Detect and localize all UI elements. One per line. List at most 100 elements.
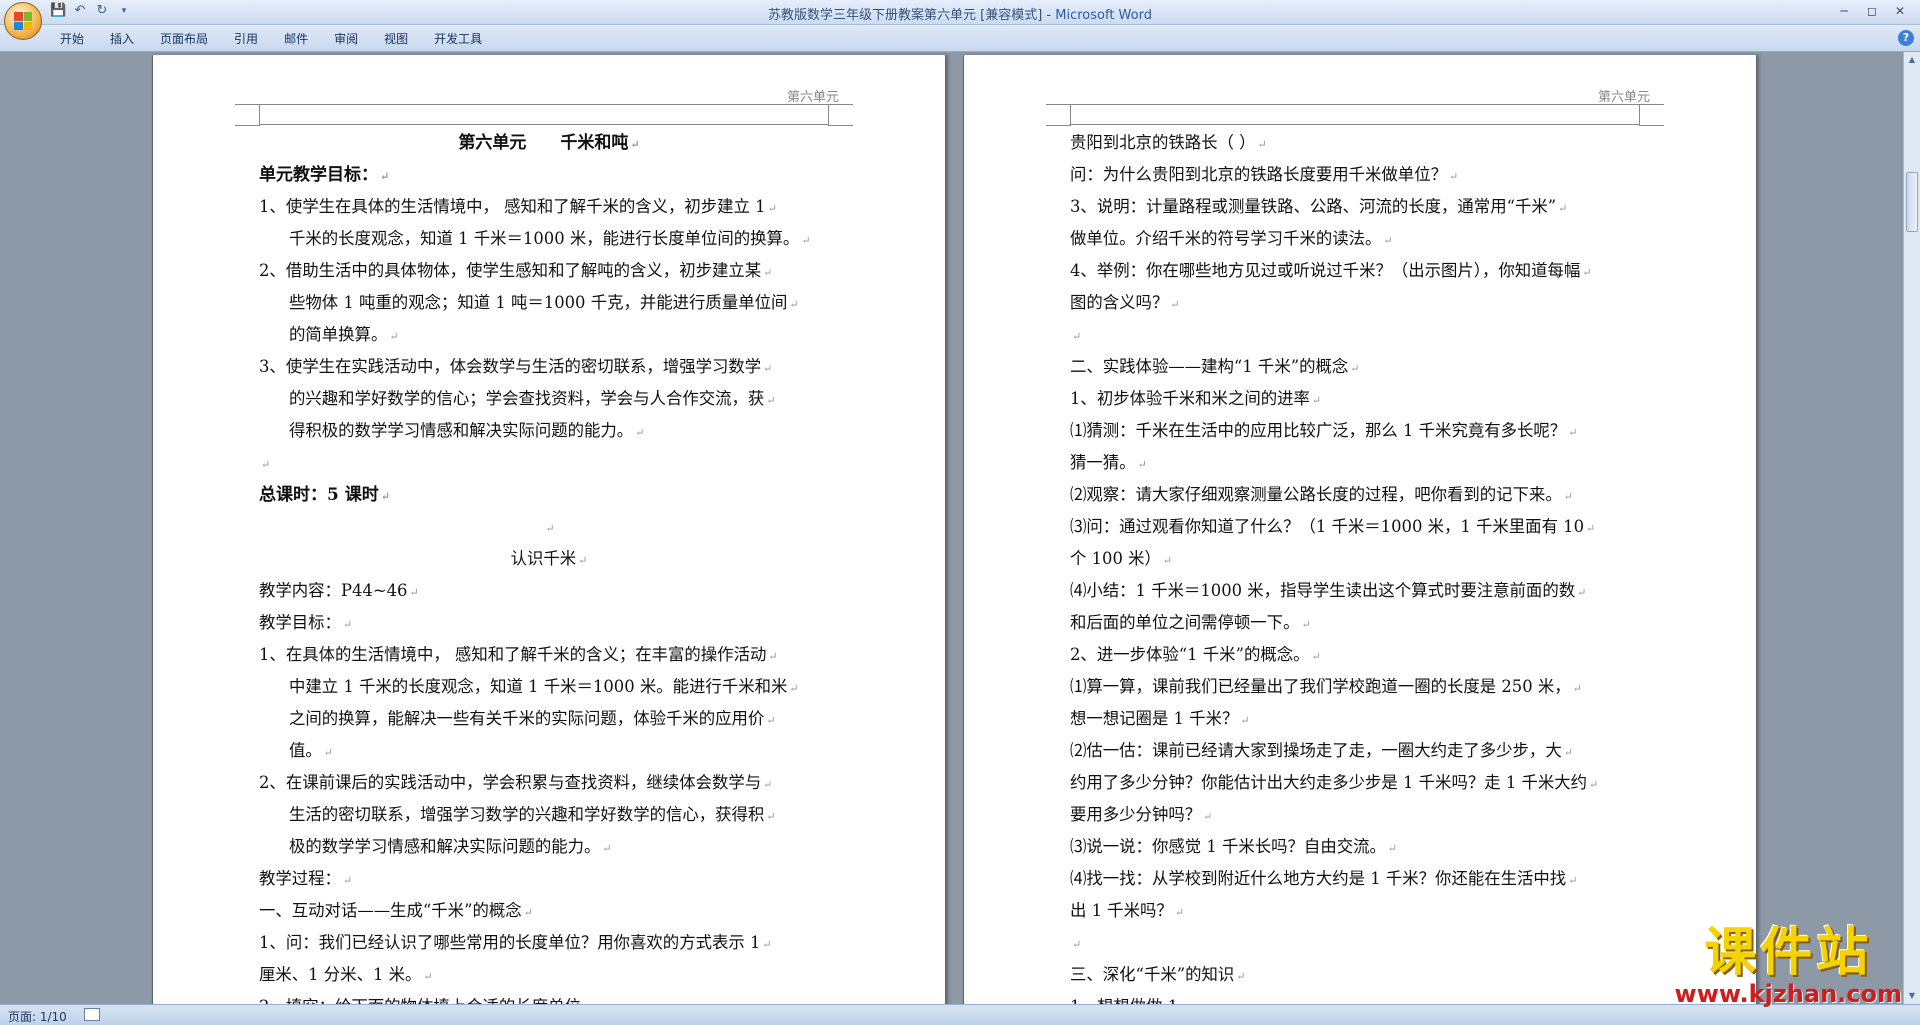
text-line: 想一想记圈是 1 千米？ ↵	[1070, 703, 1650, 735]
proofing-icon[interactable]	[84, 1008, 100, 1021]
line-text: 得积极的数学学习情感和解决实际问题的能力。	[289, 421, 634, 440]
text-line: 2、填空：给下面的物体填上合适的长度单位。↵	[259, 991, 839, 1004]
line-text: 1、问：我们已经认识了哪些常用的长度单位？用你喜欢的方式表示 1	[259, 933, 761, 952]
ribbon-tabs: 开始 插入 页面布局 引用 邮件 审阅 视图 开发工具	[48, 30, 496, 48]
close-icon[interactable]: ✕	[1886, 2, 1914, 20]
paragraph-mark-icon: ↵	[767, 202, 777, 215]
maximize-icon[interactable]: ◻	[1858, 2, 1886, 20]
page-body: 第六单元 千米和吨 ↵ 单元教学目标： ↵ 1、使学生在具体的生活情境中， 感知和了解千…	[259, 127, 839, 1004]
text-line: ⑵估一估：课前已经请大家到操场走了走，一圈大约走了多少步，大 ↵	[1070, 735, 1650, 767]
paragraph-mark-icon: ↵	[1162, 554, 1173, 567]
page-header-text: 第六单元	[786, 89, 839, 104]
text-line: 3、使学生在实践活动中，体会数学与生活的密切联系，增强学习数学 ↵	[259, 351, 839, 383]
tab-home[interactable]: 开始	[48, 30, 98, 48]
status-bar: 页面: 1/10	[0, 1004, 1920, 1025]
paragraph-mark-icon: ↵	[1383, 234, 1393, 247]
paragraph-mark-icon: ↵	[602, 842, 612, 855]
paragraph-mark-icon: ↵	[380, 490, 390, 503]
paragraph-mark-icon: ↵	[1236, 970, 1246, 983]
text-line: 问：为什么贵阳到北京的铁路长度要用千米做单位？ ↵	[1070, 159, 1650, 191]
tab-references[interactable]: 引用	[222, 30, 272, 48]
paragraph-mark-icon: ↵	[763, 266, 773, 279]
paragraph-mark-icon: ↵	[323, 746, 333, 759]
paragraph-mark-icon: ↵	[762, 938, 772, 951]
paragraph-mark-icon: ↵	[1448, 170, 1459, 183]
paragraph-mark-icon: ↵	[763, 362, 773, 375]
paragraph-mark-icon: ↵	[545, 522, 555, 535]
line-text: 3、使学生在实践活动中，体会数学与生活的密切联系，增强学习数学	[259, 357, 762, 376]
title-bar: 💾 ↶ ↻ ▾ 苏教版数学三年级下册教案第六单元 [兼容模式] - Micros…	[0, 0, 1920, 25]
text-line: 得积极的数学学习情感和解决实际问题的能力。 ↵	[259, 415, 839, 447]
help-icon[interactable]: ?	[1898, 30, 1914, 46]
line-text: 1、想想做做 1	[1070, 997, 1178, 1004]
line-text: 之间的换算，能解决一些有关千米的实际问题，体验千米的应用价	[289, 709, 765, 728]
line-text: 值。	[289, 741, 322, 760]
paragraph-mark-icon: ↵	[635, 426, 645, 439]
text-line: ⑷找一找：从学校到附近什么地方大约是 1 千米？你还能在生活中找 ↵	[1070, 863, 1650, 895]
minimize-icon[interactable]: ─	[1830, 2, 1858, 20]
paragraph-mark-icon: ↵	[1577, 586, 1587, 599]
watermark-cn: 课件站	[1704, 923, 1873, 983]
line-text: 生活的密切联系，增强学习数学的兴趣和学好数学的信心，获得积	[289, 805, 765, 824]
line-text: 猜一猜。	[1070, 453, 1136, 472]
scroll-down-icon[interactable]: ▼	[1906, 990, 1918, 1002]
paragraph-mark-icon: ↵	[766, 394, 776, 407]
line-text: ⑶问：通过观看你知道了什么？（1 千米＝1000 米，1 千米里面有 10	[1070, 517, 1585, 536]
paragraph-mark-icon: ↵	[1563, 746, 1573, 759]
line-text: 千米的长度观念，知道 1 千米＝1000 米，能进行长度单位间的换算。	[289, 229, 800, 248]
text-line: 厘米、1 分米、1 米。 ↵	[259, 959, 839, 991]
line-text: 2、借助生活中的具体物体，使学生感知和了解吨的含义，初步建立某	[259, 261, 762, 280]
line-text: 要用多少分钟吗？	[1070, 805, 1202, 824]
paragraph-mark-icon: ↵	[1582, 266, 1592, 279]
line-text: ⑵估一估：课前已经请大家到操场走了走，一圈大约走了多少步，大	[1070, 741, 1562, 760]
paragraph-mark-icon: ↵	[380, 170, 390, 183]
text-line: 贵阳到北京的铁路长（ ） ↵	[1070, 127, 1650, 159]
watermark-url: www.kjzhan.com	[1674, 980, 1902, 1008]
line-text: ⑴猜测：千米在生活中的应用比较广泛，那么 1 千米究竟有多长呢？	[1070, 421, 1567, 440]
document-page-1[interactable]: 第六单元 第六单元 千米和吨 ↵ 单元教学目标： ↵ 1、使学生在具体的生活情境中， 感…	[152, 55, 946, 1004]
paragraph-mark-icon: ↵	[578, 554, 588, 567]
text-line: 1、想想做做 1↵	[1070, 991, 1650, 1004]
line-text: 1、使学生在具体的生活情境中， 感知和了解千米的含义，初步建立 1	[259, 197, 766, 216]
text-line: ↵	[259, 447, 839, 479]
paragraph-mark-icon: ↵	[261, 458, 271, 471]
site-watermark: 课件站 www.kjzhan.com	[1675, 925, 1902, 1007]
line-text: 约用了多少分钟？你能估计出大约走多少步是 1 千米吗？走 1 千米大约	[1070, 773, 1588, 792]
text-line: ⑴算一算，课前我们已经量出了我们学校跑道一圈的长度是 250 米， ↵	[1070, 671, 1650, 703]
text-line: 出 1 千米吗？ ↵	[1070, 895, 1650, 927]
paragraph-mark-icon: ↵	[1174, 906, 1185, 919]
paragraph-mark-icon: ↵	[342, 618, 353, 631]
text-line: 第六单元 千米和吨 ↵	[259, 127, 839, 159]
line-text: 和后面的单位之间需停顿一下。	[1070, 613, 1300, 632]
text-line: 1、问：我们已经认识了哪些常用的长度单位？用你喜欢的方式表示 1 ↵	[259, 927, 839, 959]
page-indicator[interactable]: 页面: 1/10	[8, 1008, 67, 1025]
text-line: 2、进一步体验“1 千米”的概念。 ↵	[1070, 639, 1650, 671]
text-line: ↵	[1070, 927, 1650, 959]
line-text: 厘米、1 分米、1 米。	[259, 965, 422, 984]
line-text: 想一想记圈是 1 千米？	[1070, 709, 1239, 728]
scroll-up-icon[interactable]: ▲	[1906, 54, 1918, 66]
line-text: ⑴算一算，课前我们已经量出了我们学校跑道一圈的长度是 250 米，	[1070, 677, 1571, 696]
tab-developer[interactable]: 开发工具	[422, 30, 496, 48]
tab-review[interactable]: 审阅	[322, 30, 372, 48]
tab-insert[interactable]: 插入	[98, 30, 148, 48]
scrollbar-thumb[interactable]	[1906, 172, 1918, 232]
vertical-scrollbar[interactable]: ▲ ▼	[1903, 52, 1920, 1004]
document-page-2[interactable]: 第六单元 贵阳到北京的铁路长（ ） ↵ 问：为什么贵阳到北京的铁路长度要用千米做单位…	[963, 55, 1757, 1004]
tab-mailings[interactable]: 邮件	[272, 30, 322, 48]
document-title: 苏教版数学三年级下册教案第六单元 [兼容模式] -	[768, 8, 1056, 23]
paragraph-mark-icon: ↵	[801, 234, 811, 247]
line-text: 教学过程：	[259, 869, 341, 888]
tab-view[interactable]: 视图	[372, 30, 422, 48]
text-line: 1、初步体验千米和米之间的进率 ↵	[1070, 383, 1650, 415]
tab-page-layout[interactable]: 页面布局	[148, 30, 222, 48]
header-rule	[235, 104, 853, 128]
paragraph-mark-icon: ↵	[766, 810, 776, 823]
office-button[interactable]	[4, 2, 42, 40]
text-line: ⑵观察：请大家仔细观察测量公路长度的过程，吧你看到的记下来。 ↵	[1070, 479, 1650, 511]
paragraph-mark-icon: ↵	[1589, 778, 1599, 791]
text-line: 中建立 1 千米的长度观念，知道 1 千米＝1000 米。能进行千米和米 ↵	[259, 671, 839, 703]
text-line: 极的数学学习情感和解决实际问题的能力。 ↵	[259, 831, 839, 863]
line-text: 的兴趣和学好数学的信心；学会查找资料，学会与人合作交流，获	[289, 389, 765, 408]
paragraph-mark-icon: ↵	[342, 874, 353, 887]
